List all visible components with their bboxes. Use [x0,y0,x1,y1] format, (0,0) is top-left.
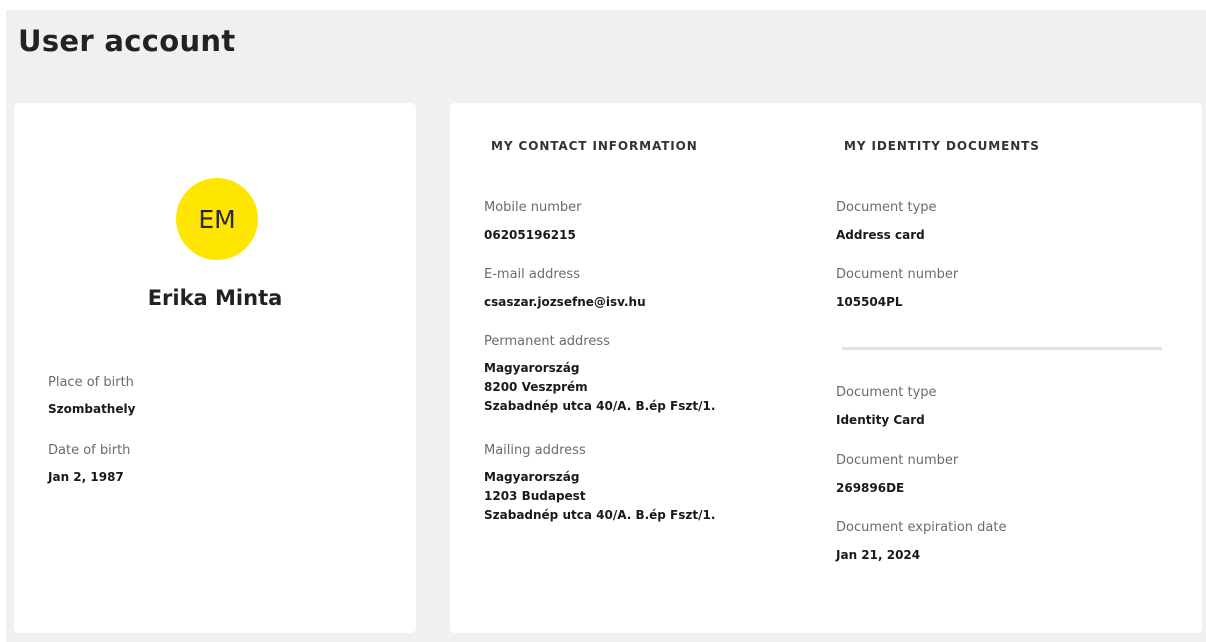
document-expiration-value: Jan 21, 2024 [836,548,921,562]
email-label: E-mail address [484,267,580,282]
email-value: csaszar.jozsefne@isv.hu [484,295,646,309]
date-of-birth-label: Date of birth [48,443,131,458]
permanent-address-city: 8200 Veszprém [484,380,588,394]
mailing-address-country: Magyarország [484,470,580,484]
document-type-value: Address card [836,228,925,242]
document-type-label: Document type [836,385,937,400]
date-of-birth-value: Jan 2, 1987 [48,470,124,484]
permanent-address-country: Magyarország [484,361,580,375]
permanent-address-label: Permanent address [484,334,610,349]
avatar: EM [176,178,258,260]
profile-card: EM Erika Minta Place of birth Szombathel… [14,103,416,633]
place-of-birth-value: Szombathely [48,402,136,416]
mailing-address-label: Mailing address [484,443,586,458]
document-type-value: Identity Card [836,413,925,427]
document-type-label: Document type [836,200,937,215]
details-card: MY CONTACT INFORMATION Mobile number 062… [450,103,1202,633]
user-account-page: User account EM Erika Minta Place of bir… [6,10,1206,642]
place-of-birth-label: Place of birth [48,375,134,390]
mobile-number-value: 06205196215 [484,228,576,242]
mailing-address-city: 1203 Budapest [484,489,586,503]
document-expiration-label: Document expiration date [836,520,1007,535]
permanent-address-value: Magyarország 8200 Veszprém Szabadnép utc… [484,359,715,416]
mobile-number-label: Mobile number [484,200,582,215]
permanent-address-street: Szabadnép utca 40/A. B.ép Fszt/1. [484,399,716,413]
identity-section-title: MY IDENTITY DOCUMENTS [844,139,1040,153]
profile-name: Erika Minta [147,286,283,310]
document-number-label: Document number [836,267,959,282]
mailing-address-street: Szabadnép utca 40/A. B.ép Fszt/1. [484,508,716,522]
document-number-value: 105504PL [836,295,903,309]
document-number-label: Document number [836,453,959,468]
document-number-value: 269896DE [836,481,905,495]
avatar-initials: EM [198,204,236,234]
mailing-address-value: Magyarország 1203 Budapest Szabadnép utc… [484,468,715,525]
page-title: User account [18,24,236,58]
contact-section-title: MY CONTACT INFORMATION [491,139,698,153]
document-divider [842,347,1162,350]
